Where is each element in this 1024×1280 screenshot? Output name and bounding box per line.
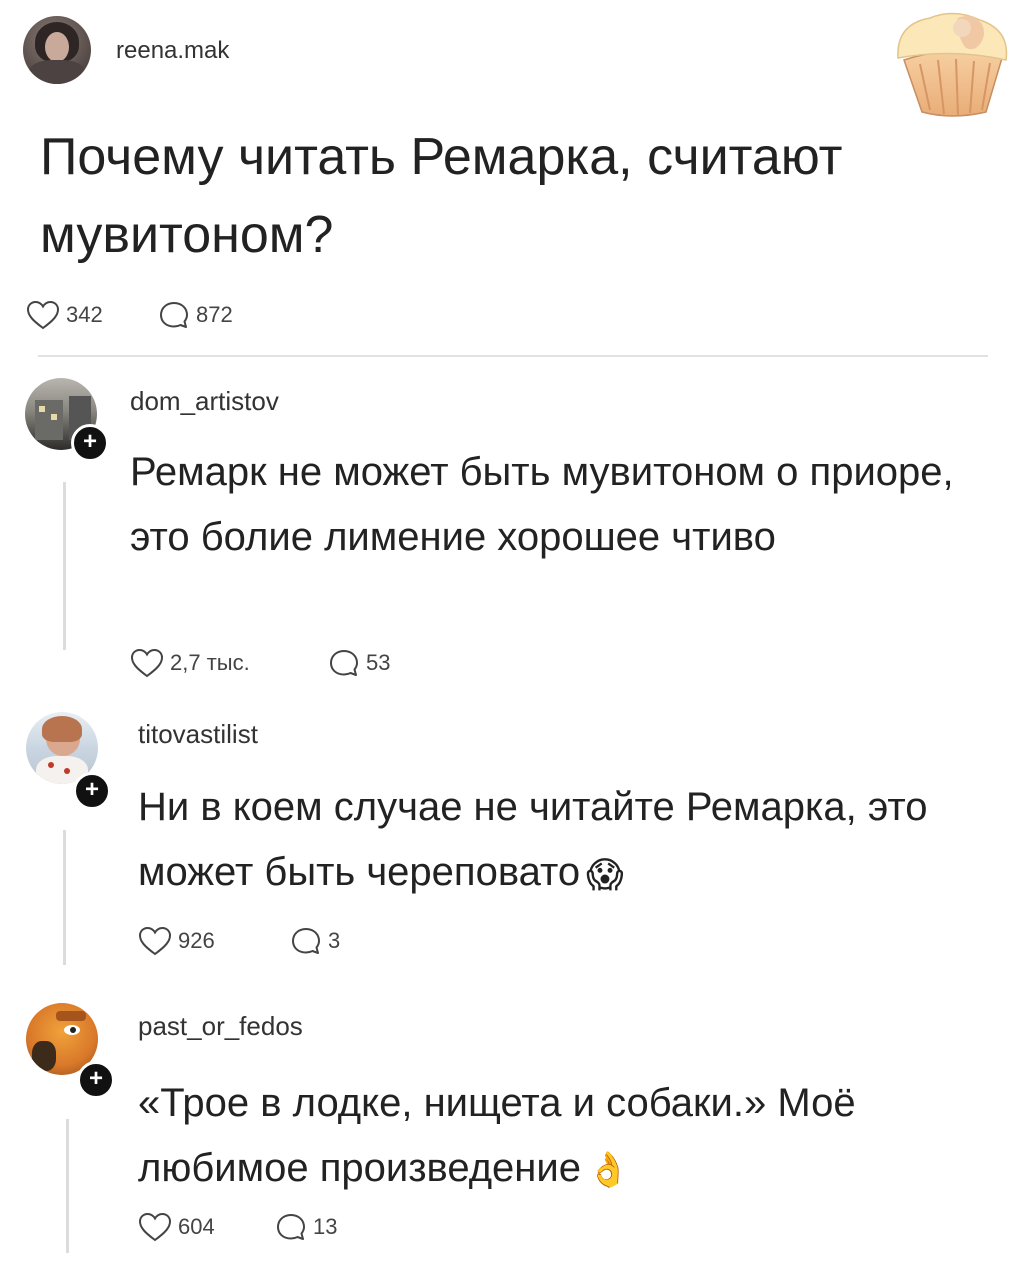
heart-icon [138, 1212, 172, 1242]
comment-like-button[interactable]: 604 [138, 1212, 215, 1242]
heart-icon [138, 926, 172, 956]
comment-text: Ни в коем случае не читайте Ремарка, это… [138, 775, 978, 907]
comment-username[interactable]: past_or_fedos [138, 1011, 303, 1042]
comment-username[interactable]: dom_artistov [130, 386, 279, 417]
follow-plus-icon[interactable]: + [73, 772, 111, 810]
comment-bubble-icon [292, 928, 320, 954]
muffin-sticker [897, 12, 1008, 117]
post-like-button[interactable]: 342 [26, 300, 103, 330]
heart-icon [130, 648, 164, 678]
comment-like-button[interactable]: 2,7 тыс. [130, 648, 250, 678]
post-divider [38, 355, 988, 357]
thread-line [66, 1119, 69, 1253]
comment-like-count: 604 [178, 1214, 215, 1239]
comment-reply-button[interactable]: 13 [275, 1212, 337, 1242]
comment-username[interactable]: titovastilist [138, 719, 258, 750]
comment-like-count: 926 [178, 928, 215, 953]
post-like-count: 342 [66, 302, 103, 327]
ok-hand-emoji: 👌 [586, 1150, 630, 1189]
comment-bubble-icon [277, 1214, 305, 1240]
comment-bubble-icon [330, 650, 358, 676]
follow-plus-icon[interactable]: + [71, 424, 109, 462]
comment-reply-count: 13 [313, 1214, 338, 1239]
post-author-avatar[interactable] [23, 16, 91, 84]
comment-reply-button[interactable]: 3 [290, 926, 340, 956]
comment-like-button[interactable]: 926 [138, 926, 215, 956]
comment-like-count: 2,7 тыс. [170, 650, 250, 675]
post-comment-count: 872 [196, 302, 233, 327]
thread-line [63, 482, 66, 650]
thread-line [63, 830, 66, 965]
screaming-face-emoji: 😱 [586, 853, 624, 895]
post-title: Почему читать Ремарка, считают мувитоном… [40, 128, 843, 264]
comment-text-body: Ни в коем случае не читайте Ремарка, это… [138, 785, 928, 894]
comment-text-body: «Трое в лодке, нищета и собаки.» Моё люб… [138, 1081, 856, 1190]
heart-icon [26, 300, 60, 330]
comment-reply-button[interactable]: 53 [328, 648, 390, 678]
post-author-username[interactable]: reena.mak [116, 37, 229, 65]
comment-reply-count: 3 [328, 928, 341, 953]
comment-text: «Трое в лодке, нищета и собаки.» Моё люб… [138, 1071, 978, 1203]
comment-reply-count: 53 [366, 650, 391, 675]
comment-bubble-icon [160, 302, 188, 328]
comment-text: Ремарк не может быть мувитоном о приоре,… [130, 450, 954, 559]
post-comment-button[interactable]: 872 [158, 300, 233, 330]
follow-plus-icon[interactable]: + [77, 1061, 115, 1099]
